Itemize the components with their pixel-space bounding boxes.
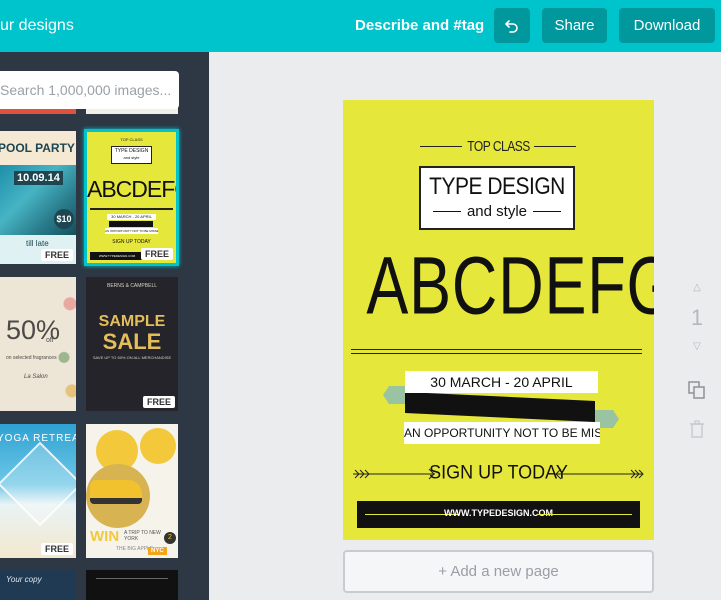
subtitle-line-right (533, 211, 561, 212)
url-text: WWW.TYPEDESIGN.COM (444, 508, 553, 518)
taxi-circle-3 (140, 428, 176, 464)
taxi-title1: WIN (90, 528, 120, 545)
td-sub: and style (123, 155, 140, 160)
page-down-icon[interactable]: ▽ (684, 341, 710, 352)
top-bar: ur designs Describe and #tag Share Downl… (0, 0, 721, 52)
td-title-box: TYPE DESIGN and style (111, 146, 152, 164)
td-url: WWW.TYPEDESIGN.COM (90, 252, 144, 260)
your-designs-link[interactable]: ur designs (0, 17, 74, 35)
ss-sub: SAVE UP TO 50% ON ALL MERCHANDISE (92, 355, 172, 360)
free-badge: FREE (140, 248, 173, 260)
td-ribbon: 30 MARCH - 20 APRIL (107, 214, 156, 220)
bottom-left-title: Your copy (6, 575, 42, 584)
free-badge: FREE (142, 396, 175, 408)
taxi-image (90, 480, 142, 504)
td-top: TOP CLASS (120, 137, 143, 142)
copy-page-button[interactable] (684, 380, 710, 405)
poster-divider (351, 349, 642, 354)
td-title: TYPE DESIGN (114, 148, 149, 154)
td-big: ABCDEFG (87, 176, 176, 202)
copy-icon (688, 381, 705, 399)
top-label: TOP CLASS (467, 137, 530, 155)
td-divider (90, 208, 173, 210)
template-thumb-bottom-right[interactable] (86, 570, 178, 600)
share-button[interactable]: Share (542, 8, 607, 43)
url-line-right (537, 514, 632, 515)
poster-title: TYPE DESIGN (429, 173, 565, 200)
download-button[interactable]: Download (619, 8, 715, 43)
undo-icon (505, 19, 518, 33)
template-thumb-yoga[interactable]: YOGA RETREAT FREE (0, 424, 76, 558)
delete-page-button[interactable] (684, 420, 710, 443)
fifty-brand: La Salon (24, 374, 48, 380)
ss-top: BERNS & CAMPBELL (106, 283, 158, 289)
date-ribbon: 30 MARCH - 20 APRIL (405, 371, 598, 393)
free-badge: FREE (40, 249, 73, 261)
template-thumb-bottom-left[interactable]: Your copy (0, 570, 76, 600)
fifty-line: on selected fragrances (6, 355, 57, 361)
poster-big-letters: ABCDEFG (366, 239, 654, 332)
title-box: TYPE DESIGN and style (419, 166, 575, 230)
pool-party-sub: till late (26, 239, 49, 248)
page-up-icon[interactable]: △ (684, 282, 710, 293)
td-cta: SIGN UP TODAY (112, 239, 151, 245)
ss-title2: SALE (102, 329, 162, 354)
trash-icon (690, 420, 704, 438)
pool-party-date: 10.09.14 (14, 171, 63, 185)
template-thumb-pool-party[interactable]: POOL PARTY 10.09.14 $10 till late FREE (0, 131, 76, 264)
design-canvas[interactable]: TOP CLASS TYPE DESIGN and style ABCDEFG … (343, 100, 654, 540)
arrow-right-deco (555, 468, 644, 480)
template-thumb-fifty-off[interactable]: 50% off on selected fragrances La Salon (0, 277, 76, 411)
side-panel: POOL PARTY 10.09.14 $10 till late FREE T… (0, 52, 209, 600)
template-thumb-taxi[interactable]: WIN A TRIP TO NEW YORK THE BIG APPLE NYC… (86, 424, 178, 558)
pool-party-title: POOL PARTY (0, 141, 75, 155)
undo-button[interactable] (494, 8, 530, 43)
add-page-button[interactable]: + Add a new page (343, 550, 654, 593)
url-bar: WWW.TYPEDESIGN.COM (357, 501, 640, 528)
td-ribbon2: AN OPPORTUNITY NOT TO BE MISSED (105, 228, 158, 234)
taxi-tag: NYC (148, 547, 167, 555)
pool-party-price: $10 (54, 209, 74, 229)
top-label-line-right (534, 146, 576, 147)
ribbon-black-band (405, 392, 595, 422)
template-thumb-sample-sale[interactable]: BERNS & CAMPBELL SAMPLE SALE SAVE UP TO … (86, 277, 178, 411)
search-input[interactable] (0, 82, 170, 98)
fifty-off: off (46, 337, 54, 344)
free-badge: FREE (40, 543, 73, 555)
page-number: 1 (690, 305, 704, 330)
td-ribbon-band (109, 221, 153, 227)
taxi-num: 2 (164, 532, 176, 544)
bottom-right-line (96, 578, 168, 579)
describe-and-tag-link[interactable]: Describe and #tag (355, 17, 484, 34)
opportunity-ribbon: AN OPPORTUNITY NOT TO BE MISSED (404, 422, 600, 444)
image-search[interactable] (0, 71, 179, 109)
template-thumb-type-design[interactable]: TOP CLASS TYPE DESIGN and style ABCDEFG … (84, 129, 179, 266)
